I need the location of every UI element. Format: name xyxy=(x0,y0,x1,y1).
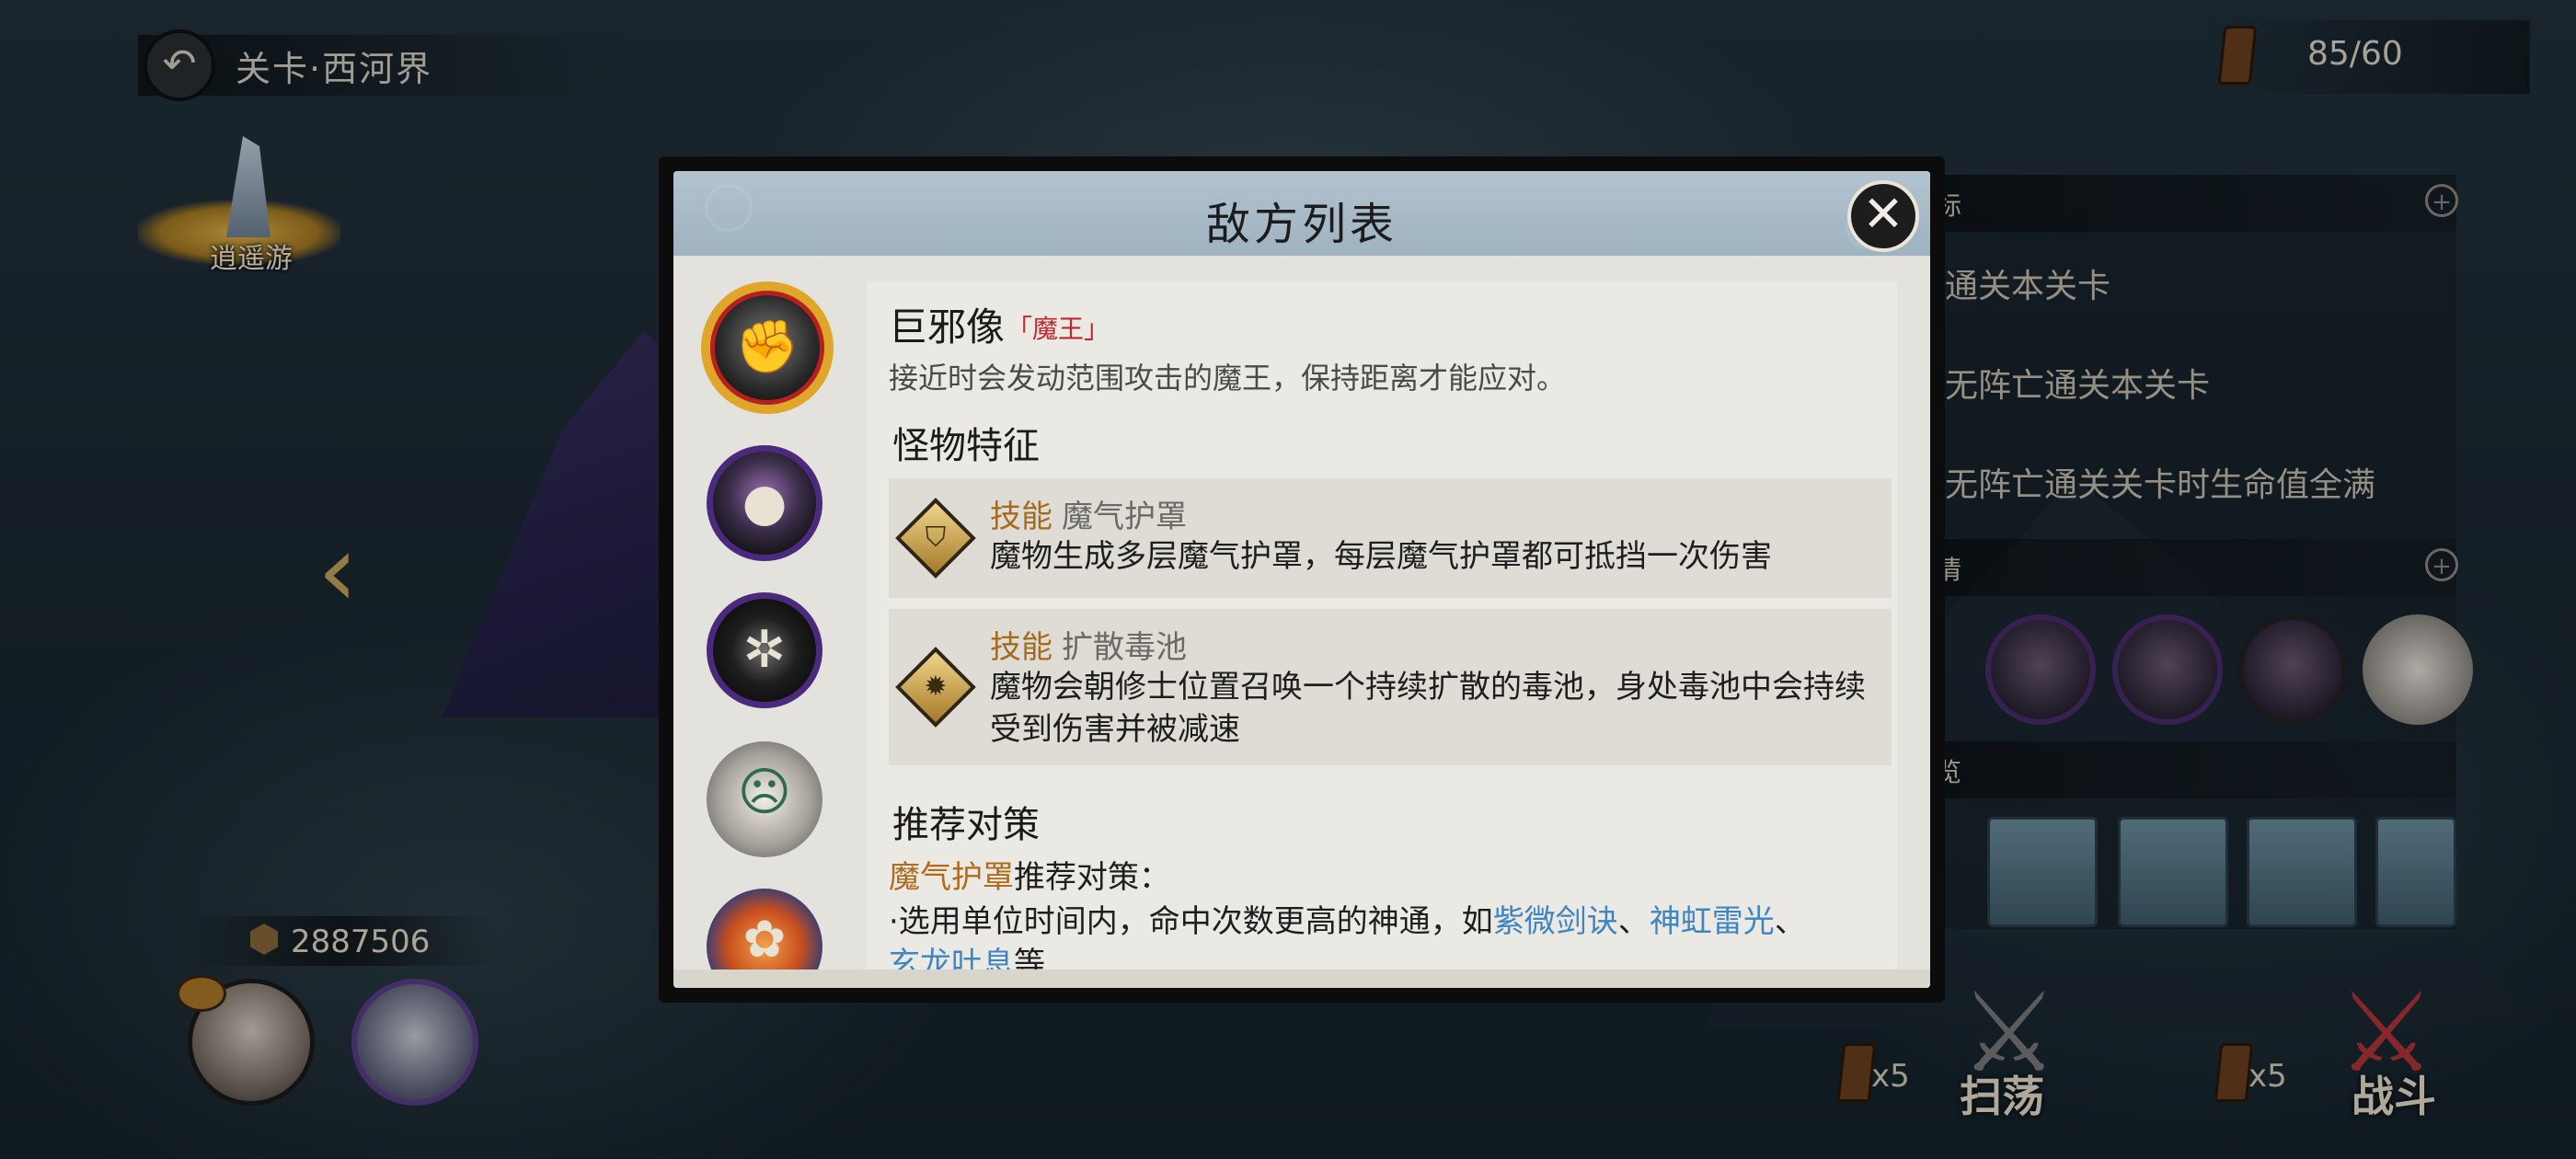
enemy-item[interactable]: ✿ xyxy=(707,889,822,973)
strategy-text: ·选用单位时间内，命中次数更高的神通，如 xyxy=(889,903,1493,940)
skill-name: 扩散毒池 xyxy=(1062,629,1187,666)
skill-card: ✹ 技能 扩散毒池 魔物会朝修士位置召唤一个持续扩散的毒池，身处毒池中会持续受到… xyxy=(889,609,1892,765)
enemy-item[interactable]: ✲ xyxy=(707,592,822,708)
strategy-title-line: 魔气护罩推荐对策： xyxy=(889,852,1170,897)
spell-link[interactable]: 玄龙吐息 xyxy=(889,946,1014,971)
enemy-item-boss[interactable]: ✊ xyxy=(701,281,834,414)
separator: 、 xyxy=(1617,903,1650,940)
strategy-line: ·选用单位时间内，命中次数更高的神通，如紫微剑诀、神虹雷光、 xyxy=(889,896,1806,941)
traits-heading: 怪物特征 xyxy=(892,425,1040,467)
spell-link[interactable]: 紫微剑诀 xyxy=(1493,903,1618,940)
hooded-monster-icon: ● xyxy=(742,473,788,533)
skill-name: 魔气护罩 xyxy=(1062,499,1187,535)
burst-icon: ✹ xyxy=(895,647,976,728)
strategy-heading: 推荐对策 xyxy=(892,804,1040,846)
enemy-item[interactable]: ☹ xyxy=(707,741,822,857)
enemy-detail-panel: 巨邪像 「魔王」 接近时会发动范围攻击的魔王，保持距离才能应对。 怪物特征 ⛉ … xyxy=(867,281,1897,971)
dialog-header: 敌方列表 ✕ xyxy=(673,171,1930,256)
dialog-footer xyxy=(673,970,1930,988)
enemy-item[interactable]: ● xyxy=(707,445,822,561)
enemy-list-dialog: 敌方列表 ✕ ✊ ● ✲ ☹ ✿ 巨邪像 「魔王」 接近时会发动范围攻击的魔王，… xyxy=(673,171,1930,988)
flower-monster-icon: ✿ xyxy=(742,910,787,970)
strategy-line: 玄龙吐息等 xyxy=(889,938,1045,971)
strategy-end: 等 xyxy=(1014,946,1045,971)
spore-monster-icon: ✲ xyxy=(742,620,787,680)
skill-description: 魔物会朝修士位置召唤一个持续扩散的毒池，身处毒池中会持续受到伤害并被减速 xyxy=(990,669,1866,748)
spell-link[interactable]: 神虹雷光 xyxy=(1650,903,1775,940)
dialog-title: 敌方列表 xyxy=(1205,199,1397,250)
strategy-suffix: 推荐对策： xyxy=(1014,859,1170,896)
close-button[interactable]: ✕ xyxy=(1847,180,1919,252)
skill-type: 技能 xyxy=(990,629,1052,666)
mask-monster-icon: ☹ xyxy=(737,763,792,822)
enemy-description: 接近时会发动范围攻击的魔王，保持距离才能应对。 xyxy=(889,361,1567,396)
enemy-boss-tag: 「魔王」 xyxy=(1006,314,1110,344)
skill-card: ⛉ 技能 魔气护罩 魔物生成多层魔气护罩，每层魔气护罩都可抵挡一次伤害 xyxy=(889,478,1892,598)
skill-description: 魔物生成多层魔气护罩，每层魔气护罩都可抵挡一次伤害 xyxy=(990,538,1772,575)
strategy-skill-ref: 魔气护罩 xyxy=(889,859,1014,896)
enemy-list: ✊ ● ✲ ☹ ✿ xyxy=(673,256,857,973)
skill-type: 技能 xyxy=(990,499,1052,535)
separator: 、 xyxy=(1774,903,1806,940)
fist-icon: ✊ xyxy=(735,317,799,377)
enemy-name: 巨邪像 xyxy=(889,304,1006,350)
shield-icon: ⛉ xyxy=(895,498,976,579)
